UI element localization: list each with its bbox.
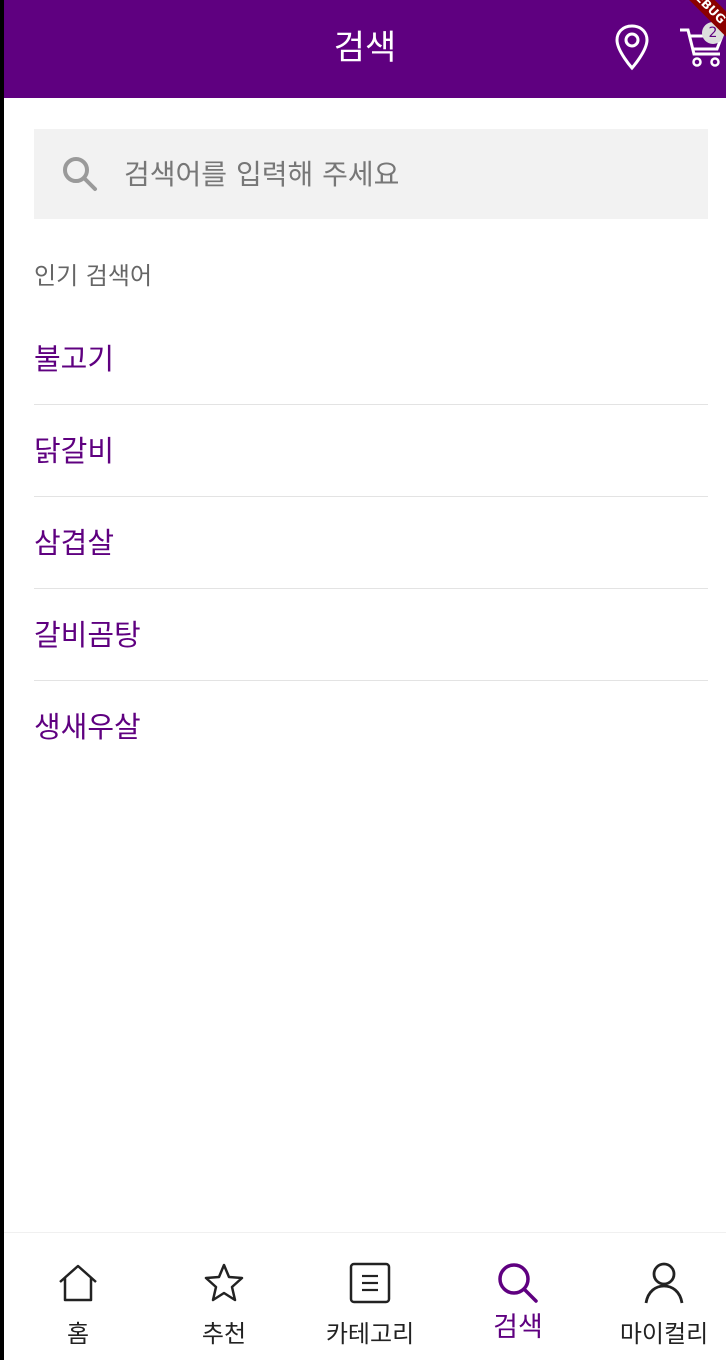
list-item[interactable]: 닭갈비 [34, 405, 708, 497]
list-item[interactable]: 삼겹살 [34, 497, 708, 589]
popular-keyword: 갈비곰탕 [34, 618, 141, 652]
star-icon [204, 1263, 244, 1302]
location-button[interactable] [608, 22, 656, 74]
nav-label: 홈 [66, 1320, 90, 1348]
popular-searches-label: 인기 검색어 [34, 262, 153, 290]
screen-edge [0, 0, 4, 1360]
search-placeholder: 검색어를 입력해 주세요 [124, 158, 400, 191]
popular-keyword: 불고기 [34, 342, 115, 376]
list-item[interactable]: 불고기 [34, 313, 708, 405]
search-icon [63, 157, 97, 191]
person-icon [644, 1262, 684, 1304]
nav-item-search[interactable]: 검색 [446, 1233, 590, 1361]
category-list-icon [349, 1262, 391, 1304]
list-item[interactable]: 생새우살 [34, 681, 708, 773]
search-icon [498, 1263, 538, 1303]
location-pin-icon [615, 24, 649, 71]
popular-searches-list: 불고기 닭갈비 삼겹살 갈비곰탕 생새우살 [34, 313, 708, 773]
popular-keyword: 닭갈비 [34, 434, 115, 468]
home-icon [59, 1264, 97, 1302]
popular-keyword: 생새우살 [34, 710, 141, 744]
list-item[interactable]: 갈비곰탕 [34, 589, 708, 681]
nav-label: 검색 [493, 1312, 543, 1343]
nav-label: 추천 [201, 1320, 247, 1348]
popular-keyword: 삼겹살 [34, 526, 115, 560]
nav-label: 마이컬리 [619, 1320, 709, 1348]
nav-item-home[interactable]: 홈 [6, 1233, 150, 1361]
bottom-navigation: 홈 추천 카테고리 검색 마이컬리 [4, 1232, 726, 1361]
nav-item-my-kurly[interactable]: 마이컬리 [592, 1233, 726, 1361]
nav-label: 카테고리 [325, 1320, 415, 1348]
nav-item-category[interactable]: 카테고리 [298, 1233, 442, 1361]
nav-item-recommend[interactable]: 추천 [152, 1233, 296, 1361]
